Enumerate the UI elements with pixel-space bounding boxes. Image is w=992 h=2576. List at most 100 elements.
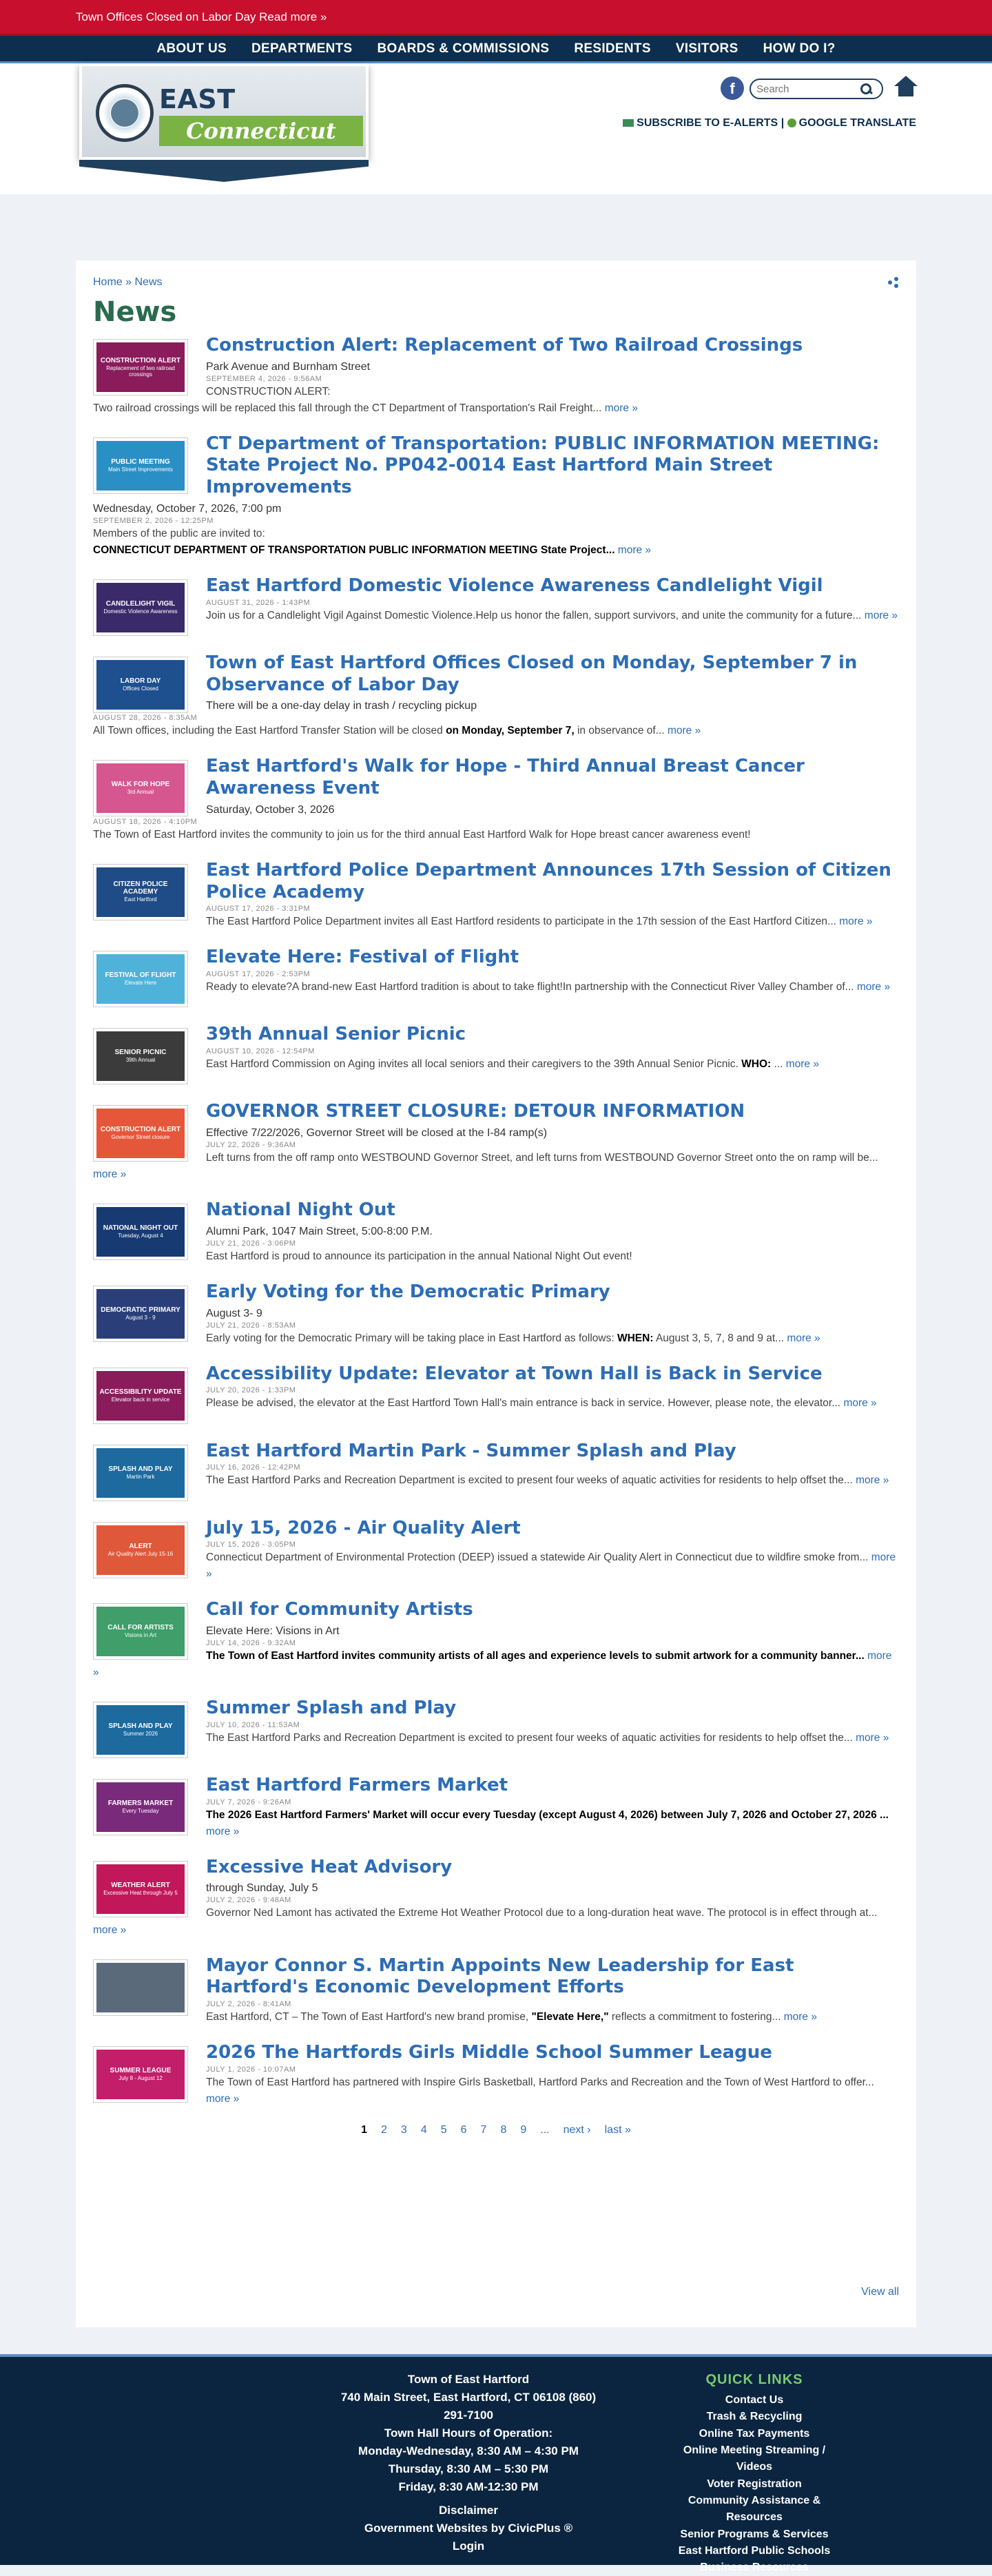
news-thumbnail[interactable]: CITIZEN POLICE ACADEMY East Hartford — [93, 863, 188, 920]
quick-link[interactable]: Senior Programs & Services — [668, 2526, 840, 2543]
breadcrumb-home[interactable]: Home — [93, 276, 123, 288]
pager-item[interactable]: last » — [605, 2124, 631, 2136]
quick-link[interactable]: Voter Registration — [668, 2476, 840, 2493]
news-thumbnail[interactable]: ALERT Air Quality Alert July 15-16 — [93, 1521, 188, 1578]
read-more-link[interactable]: more » — [784, 2011, 817, 2023]
read-more-link[interactable]: more » — [618, 544, 651, 556]
news-title-link[interactable]: Excessive Heat Advisory — [93, 1857, 899, 1879]
nav-item-how-do-i[interactable]: HOW DO I? — [763, 41, 836, 56]
news-title-link[interactable]: 2026 The Hartfords Girls Middle School S… — [93, 2042, 899, 2064]
pager-item[interactable]: 1 — [361, 2124, 367, 2136]
login-link[interactable]: Login — [324, 2537, 613, 2555]
news-title-link[interactable]: GOVERNOR STREET CLOSURE: DETOUR INFORMAT… — [93, 1101, 899, 1123]
quick-link[interactable]: Online Tax Payments — [668, 2426, 840, 2442]
translate-link[interactable]: GOOGLE TRANSLATE — [787, 117, 916, 129]
news-thumbnail[interactable]: FESTIVAL OF FLIGHT Elevate Here — [93, 951, 188, 1008]
home-icon[interactable] — [894, 76, 918, 98]
read-more-link[interactable]: more » — [206, 2093, 239, 2105]
news-title-link[interactable]: Call for Community Artists — [93, 1599, 899, 1621]
news-desc-text-3: August 3, 5, 7, 8 and 9 at... — [655, 1332, 785, 1344]
read-more-link[interactable]: more » — [668, 725, 701, 736]
pager-item[interactable]: 9 — [520, 2124, 526, 2136]
news-title-link[interactable]: Early Voting for the Democratic Primary — [93, 1281, 899, 1304]
news-thumbnail[interactable]: SPLASH AND PLAY Summer 2026 — [93, 1702, 188, 1759]
news-desc-text: All Town offices, including the East Har… — [93, 725, 443, 737]
news-thumbnail[interactable]: WALK FOR HOPE 3rd Annual — [93, 760, 188, 817]
pager-item[interactable]: 4 — [421, 2124, 427, 2136]
news-title-link[interactable]: East Hartford Domestic Violence Awarenes… — [93, 575, 899, 597]
quick-link[interactable]: East Hartford Public Schools — [668, 2543, 840, 2559]
news-title-link[interactable]: East Hartford's Walk for Hope - Third An… — [93, 756, 899, 799]
pager-item[interactable]: 5 — [441, 2124, 447, 2136]
pager-item[interactable]: 7 — [481, 2124, 487, 2136]
breadcrumb-current[interactable]: News — [134, 276, 162, 288]
nav-item-residents[interactable]: RESIDENTS — [574, 41, 650, 56]
news-title-link[interactable]: Town of East Hartford Offices Closed on … — [93, 652, 899, 696]
read-more-link[interactable]: more » — [856, 1732, 889, 1744]
civicplus-link[interactable]: Government Websites by CivicPlus ® — [324, 2520, 613, 2537]
news-thumbnail[interactable]: CONSTRUCTION ALERT Replacement of two rai… — [93, 339, 188, 395]
pager-item[interactable]: 6 — [461, 2124, 467, 2136]
news-thumbnail[interactable]: CONSTRUCTION ALERT Governor Street closur… — [93, 1105, 188, 1162]
read-more-link[interactable]: more » — [206, 1826, 239, 1837]
quick-link[interactable]: Trash & Recycling — [668, 2409, 840, 2425]
news-thumbnail[interactable] — [93, 1959, 188, 2016]
pager-item[interactable]: 8 — [500, 2124, 506, 2136]
news-thumbnail[interactable]: WEATHER ALERT Excessive Heat through July… — [93, 1860, 188, 1917]
facebook-icon[interactable]: f — [721, 76, 744, 100]
nav-item-departments[interactable]: DEPARTMENTS — [251, 41, 353, 56]
news-thumbnail[interactable]: FARMERS MARKET Every Tuesday — [93, 1779, 188, 1836]
news-title-link[interactable]: Construction Alert: Replacement of Two R… — [93, 335, 899, 357]
news-title-link[interactable]: East Hartford Martin Park - Summer Splas… — [93, 1441, 899, 1463]
news-thumbnail[interactable]: SUMMER LEAGUE July 8 - August 12 — [93, 2046, 188, 2103]
site-logo[interactable]: EAST HARTFORD Connecticut — [79, 63, 369, 182]
news-title-link[interactable]: Accessibility Update: Elevator at Town H… — [93, 1363, 899, 1385]
read-more-link[interactable]: more » — [786, 1058, 819, 1070]
quick-link[interactable]: Business Resources — [668, 2559, 840, 2576]
read-more-link[interactable]: more » — [843, 1397, 876, 1409]
footer-hours-3: Friday, 8:30 AM-12:30 PM — [398, 2480, 539, 2493]
read-more-link[interactable]: more » — [787, 1332, 820, 1344]
news-thumbnail[interactable]: CANDLELIGHT VIGIL Domestic Violence Aware… — [93, 579, 188, 636]
search-icon[interactable] — [860, 83, 872, 95]
news-thumbnail[interactable]: CALL FOR ARTISTS Visions in Art — [93, 1603, 188, 1660]
read-more-link[interactable]: more » — [93, 1168, 126, 1180]
subscribe-link[interactable]: SUBSCRIBE TO E-ALERTS — [623, 117, 778, 129]
quick-link[interactable]: Community Assistance & Resources — [668, 2493, 840, 2526]
nav-item-visitors[interactable]: VISITORS — [676, 41, 738, 56]
news-thumbnail[interactable]: ACCESSIBILITY UPDATE Elevator back in ser… — [93, 1367, 188, 1424]
news-thumbnail[interactable]: SPLASH AND PLAY Martin Park — [93, 1444, 188, 1501]
read-more-link[interactable]: more » — [93, 1924, 126, 1936]
nav-item-boards-commissions[interactable]: BOARDS & COMMISSIONS — [378, 41, 550, 56]
pager-item[interactable]: 2 — [381, 2124, 387, 2136]
alert-link[interactable]: Town Offices Closed on Labor Day Read mo… — [76, 10, 327, 24]
read-more-link[interactable]: more » — [839, 916, 872, 927]
news-title-link[interactable]: Elevate Here: Festival of Flight — [93, 947, 899, 969]
news-thumbnail[interactable]: DEMOCRATIC PRIMARY August 3 - 9 — [93, 1285, 188, 1342]
news-thumbnail[interactable]: SENIOR PICNIC 39th Annual — [93, 1028, 188, 1085]
search-input[interactable] — [756, 83, 860, 95]
news-title-link[interactable]: July 15, 2026 - Air Quality Alert — [93, 1518, 899, 1540]
news-thumbnail[interactable]: LABOR DAY Offices Closed — [93, 656, 188, 713]
news-title-link[interactable]: National Night Out — [93, 1199, 899, 1222]
quick-link[interactable]: Online Meeting Streaming / Videos — [668, 2442, 840, 2476]
view-all-link[interactable]: View all — [861, 2286, 899, 2298]
share-icon[interactable] — [888, 277, 899, 288]
news-thumbnail[interactable]: NATIONAL NIGHT OUT Tuesday, August 4 — [93, 1204, 188, 1261]
pager-item[interactable]: 3 — [401, 2124, 407, 2136]
quick-link[interactable]: Contact Us — [668, 2392, 840, 2409]
disclaimer-link[interactable]: Disclaimer — [324, 2502, 613, 2520]
news-title-link[interactable]: CT Department of Transportation: PUBLIC … — [93, 433, 899, 499]
news-title-link[interactable]: East Hartford Police Department Announce… — [93, 860, 899, 903]
read-more-link[interactable]: more » — [857, 981, 890, 993]
read-more-link[interactable]: more » — [856, 1474, 889, 1486]
news-thumbnail[interactable]: PUBLIC MEETING Main Street Improvements — [93, 437, 188, 494]
news-title-link[interactable]: 39th Annual Senior Picnic — [93, 1024, 899, 1046]
nav-item-about-us[interactable]: ABOUT US — [156, 41, 227, 56]
read-more-link[interactable]: more » — [865, 610, 898, 621]
news-title-link[interactable]: Summer Splash and Play — [93, 1698, 899, 1720]
read-more-link[interactable]: more » — [605, 402, 638, 414]
news-title-link[interactable]: Mayor Connor S. Martin Appoints New Lead… — [93, 1955, 899, 1999]
pager-item[interactable]: next › — [564, 2124, 591, 2136]
news-title-link[interactable]: East Hartford Farmers Market — [93, 1775, 899, 1797]
